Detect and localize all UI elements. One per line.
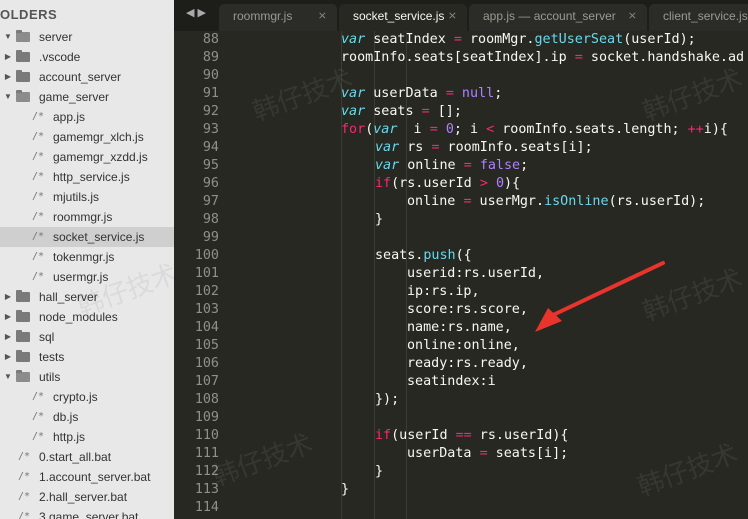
arrow-shaft [551,261,665,317]
annotation-arrow [535,261,665,332]
